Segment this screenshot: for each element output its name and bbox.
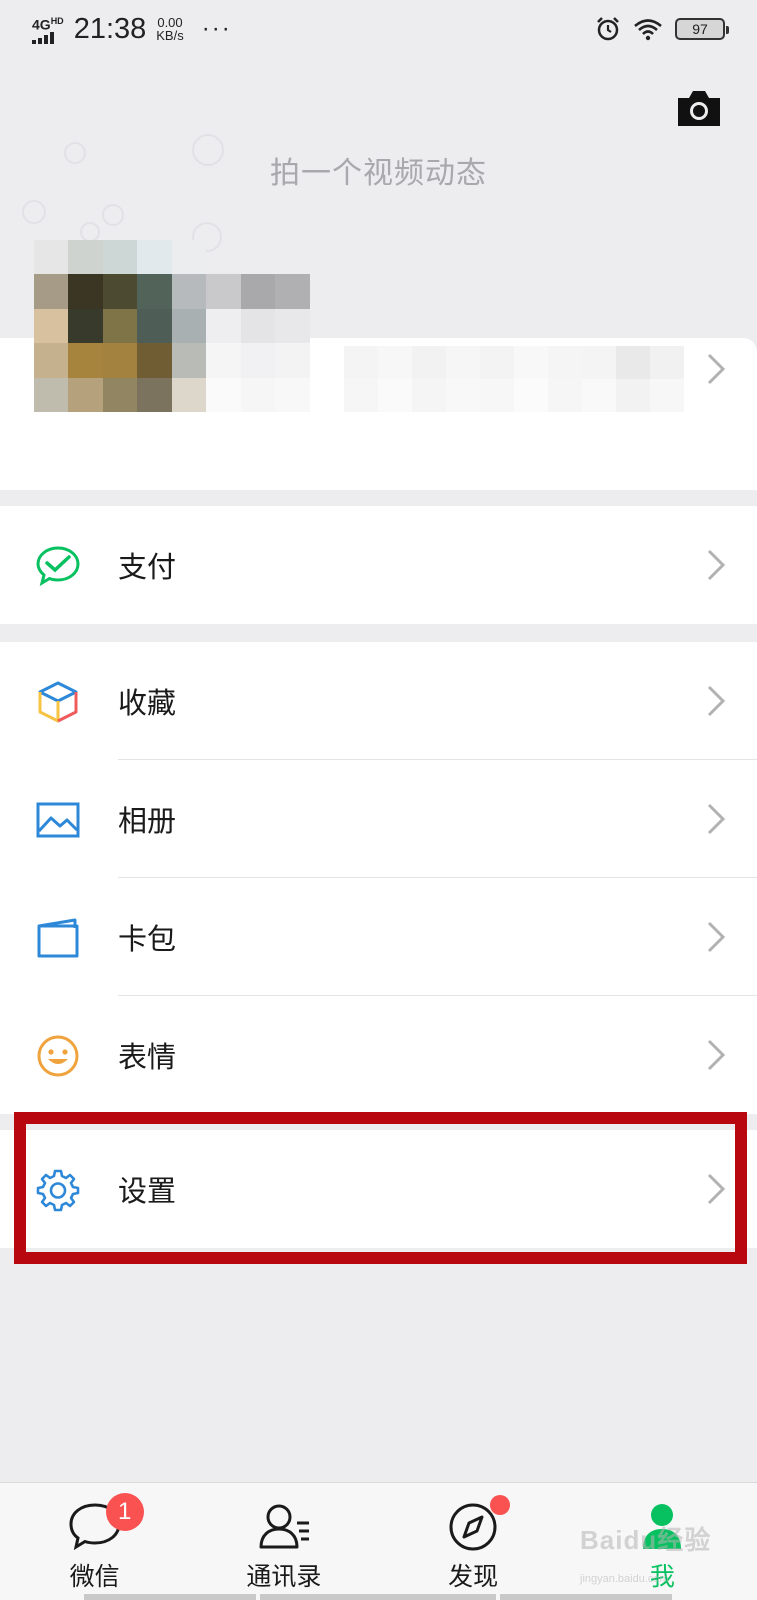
menu-item-settings[interactable]: 设置 [0,1130,757,1248]
wifi-icon [634,19,662,41]
alarm-icon [597,17,619,41]
video-moment-prompt[interactable]: 拍一个视频动态 [0,148,757,192]
home-indicator [260,1594,496,1600]
unread-badge: 1 [105,1493,144,1531]
nickname-pixelated [206,274,310,412]
menu-group-settings: 设置 [0,1130,757,1248]
status-bar: 4GHD 21:38 0.00 KB/s ··· 97 [0,0,757,58]
smiley-icon [37,1035,79,1077]
decor-bubble [80,222,100,242]
wechat-pay-icon [36,546,80,587]
menu-item-stickers-label: 表情 [118,1040,177,1074]
home-indicator [84,1594,256,1600]
watermark-text: Baidu经验 [580,1525,712,1555]
menu-item-cards-label: 卡包 [118,922,177,956]
photo-icon [36,802,80,838]
tab-discover-label: 发现 [448,1562,499,1591]
contacts-icon [259,1504,309,1549]
watermark: Baidu经验 jingyan.baidu.com [580,1520,711,1585]
wallet-icon [37,918,79,958]
chevron-right-icon [707,1173,726,1205]
new-dot [490,1495,511,1515]
decor-bubble [102,204,124,226]
tab-chats[interactable]: 1 微信 [0,1483,189,1600]
decor-bubble [22,200,46,224]
menu-item-pay-label: 支付 [118,550,177,584]
home-indicator [500,1594,672,1600]
menu-group-pay: 支付 [0,506,757,624]
net-speed-unit: KB/s [156,28,184,43]
chevron-right-icon [707,803,726,835]
chevron-right-icon [707,685,726,717]
tab-contacts[interactable]: 通讯录 [189,1483,378,1600]
network-type: 4G [32,16,51,33]
clock: 21:38 [73,12,147,45]
menu-item-settings-label: 设置 [118,1174,177,1208]
menu-item-stickers[interactable]: 表情 [0,996,757,1114]
network-hd: HD [50,16,64,27]
menu-item-album[interactable]: 相册 [0,760,757,878]
signal-bars-icon [32,31,54,44]
menu-item-cards[interactable]: 卡包 [0,878,757,996]
net-speed: 0.00 KB/s [156,16,183,42]
tab-contacts-label: 通讯录 [246,1562,322,1591]
chevron-right-icon [707,1039,726,1071]
menu-item-pay[interactable]: 支付 [0,506,757,624]
menu-item-favorites-label: 收藏 [118,686,177,720]
watermark-sub: jingyan.baidu.com [580,1573,669,1585]
wechat-id-pixelated [344,346,684,412]
gear-icon [36,1169,80,1212]
menu-item-album-label: 相册 [118,804,177,838]
chevron-right-icon [707,549,726,581]
camera-icon[interactable] [676,88,722,128]
menu-item-favorites[interactable]: 收藏 [0,642,757,760]
chevron-right-icon [707,353,726,385]
chevron-right-icon [707,921,726,953]
tab-chats-label: 微信 [69,1562,120,1591]
menu-group-main: 收藏 相册 卡包 表情 [0,642,757,1114]
signal-indicator: 4GHD [32,14,64,44]
avatar[interactable] [34,240,206,412]
more-notifications: ··· [201,15,232,42]
battery-icon: 97 [675,18,729,40]
tab-discover[interactable]: 发现 [379,1483,568,1600]
cube-icon [38,681,78,723]
